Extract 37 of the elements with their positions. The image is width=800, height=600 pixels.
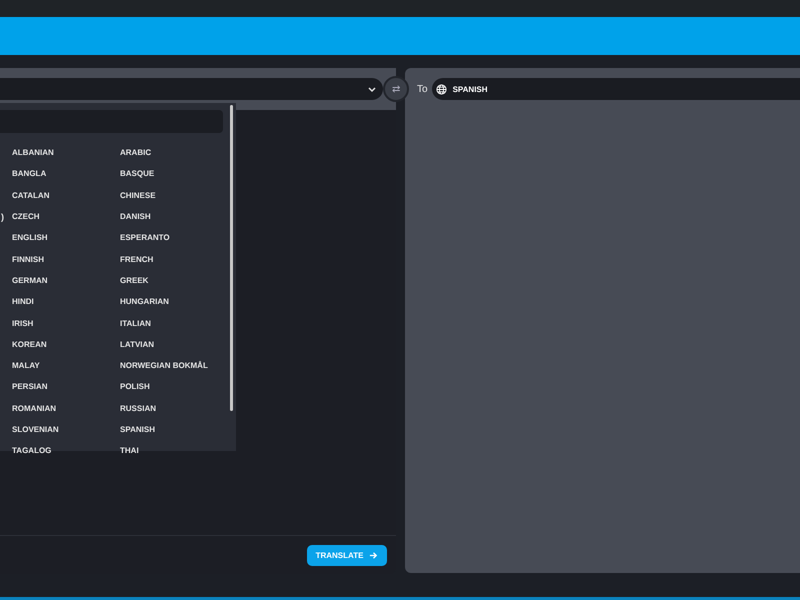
cut-text: ) [1, 212, 4, 222]
target-language-dropdown[interactable]: SPANISH [432, 78, 800, 100]
language-option[interactable]: SLOVENIAN [12, 418, 120, 440]
language-option[interactable]: MALAY [12, 354, 120, 376]
language-option[interactable]: POLISH [120, 376, 236, 398]
language-option[interactable]: CATALAN [12, 184, 120, 206]
language-option[interactable]: IRISH [12, 312, 120, 334]
language-option[interactable]: BASQUE [120, 163, 236, 185]
language-option[interactable]: GERMAN [12, 270, 120, 292]
language-option[interactable]: FRENCH [120, 248, 236, 270]
language-option[interactable]: GREEK [120, 270, 236, 292]
source-language-dropdown[interactable] [0, 78, 383, 100]
language-option[interactable]: CHINESE [120, 184, 236, 206]
language-option[interactable]: PERSIAN [12, 376, 120, 398]
globe-icon [436, 84, 447, 94]
language-option[interactable]: ENGLISH [12, 227, 120, 248]
language-option[interactable]: ARABIC [120, 142, 236, 164]
language-option[interactable]: FINNISH [12, 248, 120, 270]
arrow-icon [369, 550, 378, 560]
language-option[interactable]: ALBANIAN [12, 142, 120, 164]
language-option[interactable]: THAI [120, 440, 236, 462]
language-option[interactable]: KOREAN [12, 334, 120, 355]
language-option[interactable]: LATVIAN [120, 334, 236, 355]
language-option[interactable]: BANGLA [12, 163, 120, 185]
language-option[interactable]: TAGALOG [12, 440, 120, 462]
language-option[interactable]: ESPERANTO [120, 227, 236, 248]
language-option[interactable]: DANISH [120, 206, 236, 228]
language-option[interactable]: ITALIAN [120, 312, 236, 334]
to-label: To [417, 84, 428, 94]
scrollbar[interactable] [230, 105, 233, 411]
language-option[interactable]: ROMANIAN [12, 398, 120, 419]
language-option[interactable]: NORWEGIAN BOKMÅL [120, 354, 236, 376]
language-option[interactable]: RUSSIAN [120, 398, 236, 419]
language-option[interactable]: HINDI [12, 291, 120, 312]
language-option[interactable]: SPANISH [120, 418, 236, 440]
swap-button[interactable]: ⇄ [383, 76, 409, 102]
language-option[interactable]: HUNGARIAN [120, 291, 236, 312]
